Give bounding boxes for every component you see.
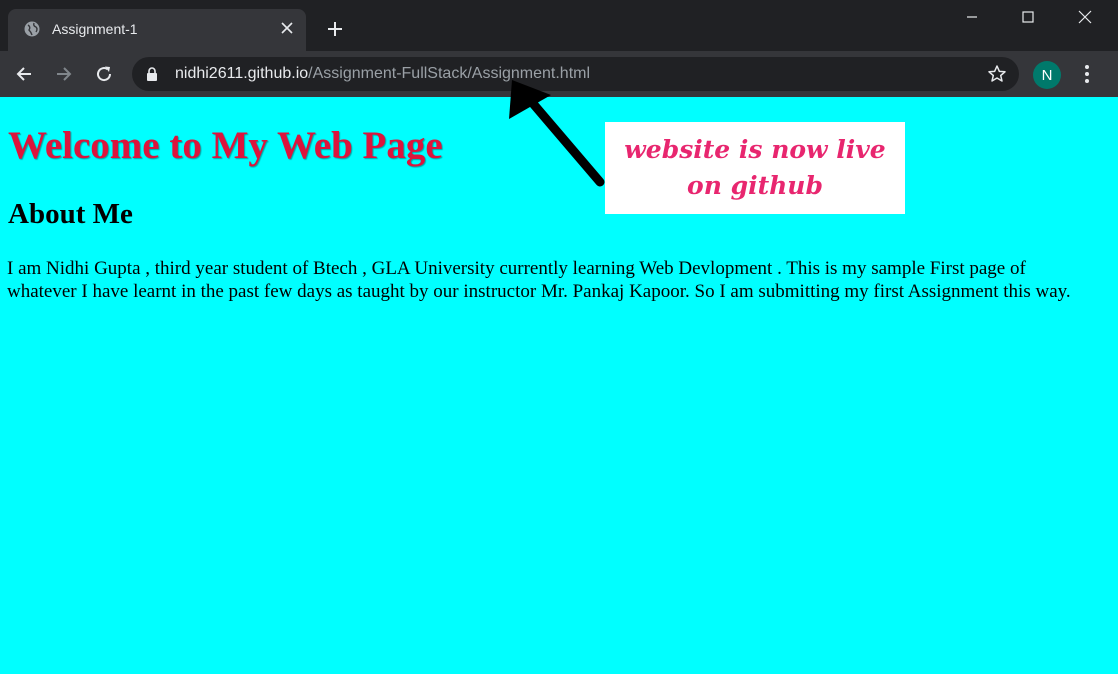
more-menu-icon[interactable] <box>1077 63 1097 85</box>
web-page-content: Welcome to My Web Page About Me I am Nid… <box>0 97 1118 674</box>
tab-close-icon[interactable] <box>278 19 296 37</box>
browser-titlebar: Assignment-1 <box>0 0 1118 51</box>
maximize-icon[interactable] <box>1000 0 1056 34</box>
page-heading: Welcome to My Web Page <box>8 124 443 167</box>
new-tab-icon[interactable] <box>324 18 346 40</box>
browser-toolbar: nidhi2611.github.io/Assignment-FullStack… <box>0 51 1118 97</box>
profile-avatar[interactable]: N <box>1033 61 1061 89</box>
scrollbar-edge[interactable] <box>1113 97 1118 674</box>
url-path: /Assignment-FullStack/Assignment.html <box>308 65 591 82</box>
about-paragraph: I am Nidhi Gupta , third year student of… <box>7 258 1071 302</box>
globe-icon <box>24 21 40 37</box>
url-host: nidhi2611.github.io <box>175 65 309 82</box>
minimize-icon[interactable] <box>944 0 1000 34</box>
about-heading: About Me <box>8 198 133 230</box>
lock-icon[interactable] <box>146 67 158 81</box>
annotation-label: website is now live on github <box>605 122 905 214</box>
star-icon[interactable] <box>987 64 1007 84</box>
browser-tab[interactable]: Assignment-1 <box>8 9 306 51</box>
address-bar[interactable]: nidhi2611.github.io/Assignment-FullStack… <box>132 57 1019 91</box>
tab-title: Assignment-1 <box>52 21 138 37</box>
forward-arrow-icon[interactable] <box>53 63 75 85</box>
url-text[interactable]: nidhi2611.github.io/Assignment-FullStack… <box>175 65 590 83</box>
reload-icon[interactable] <box>93 63 115 85</box>
close-window-icon[interactable] <box>1057 0 1113 34</box>
back-arrow-icon[interactable] <box>13 63 35 85</box>
